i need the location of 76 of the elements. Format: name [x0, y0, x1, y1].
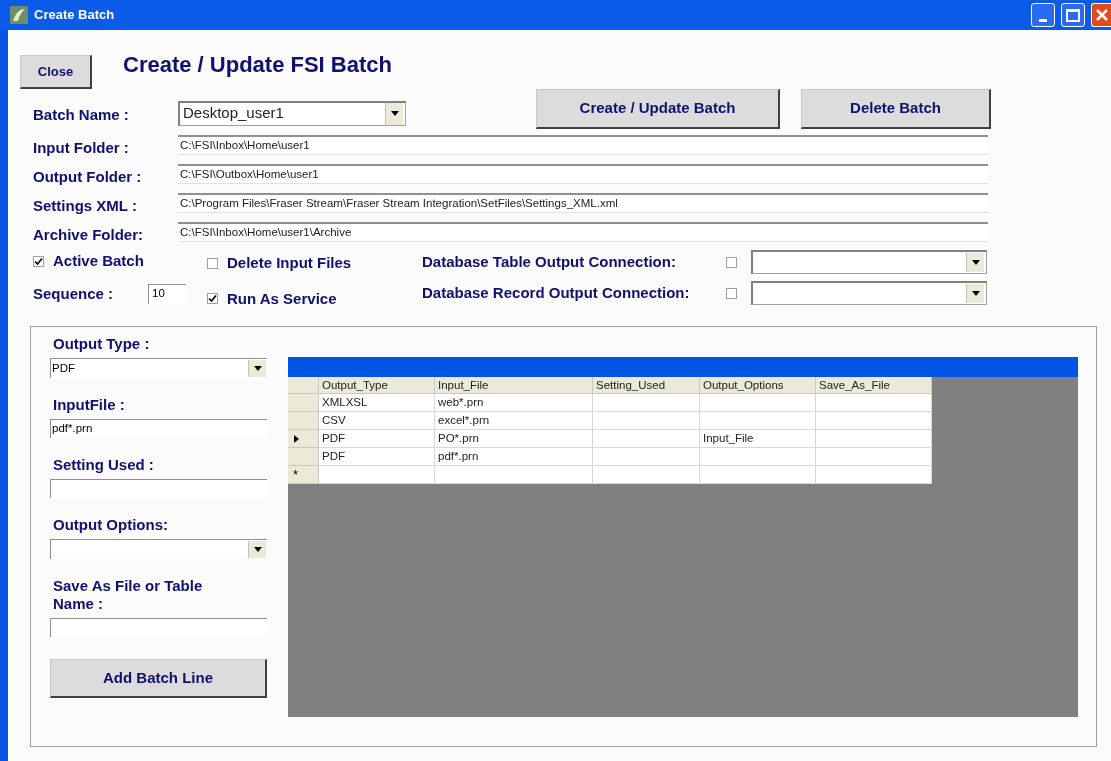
- caret-icon: [971, 291, 980, 296]
- row-header[interactable]: [288, 430, 319, 448]
- minimize-button[interactable]: [1031, 3, 1055, 27]
- table-cell: XMLXSL: [319, 394, 435, 412]
- path-field[interactable]: C:\Program Files\Fraser Stream\Fraser Stream Integration\SetFiles\Settings_XML.xml: [178, 193, 988, 213]
- caret-icon: [390, 111, 399, 116]
- table-cell: PO*.prn: [435, 430, 593, 448]
- field-label: Settings XML :: [33, 195, 138, 216]
- table-cell: PDF: [319, 448, 435, 466]
- checkbox-label: Run As Service: [227, 288, 337, 309]
- sequence-field[interactable]: 10: [148, 283, 186, 304]
- delete-batch-button[interactable]: Delete Batch: [801, 89, 991, 129]
- checkbox[interactable]: [726, 256, 737, 268]
- empty-cell[interactable]: [816, 466, 932, 484]
- checkbox-label: Delete Input Files: [227, 253, 352, 273]
- caret-icon: [253, 547, 262, 552]
- field-label: Setting Used :: [52, 456, 155, 474]
- table-cell: CSV: [319, 412, 435, 430]
- empty-cell[interactable]: [435, 466, 593, 484]
- checkbox[interactable]: [207, 293, 218, 305]
- empty-cell[interactable]: [593, 466, 700, 484]
- caret-icon: [971, 260, 980, 265]
- field-label: InputFile :: [52, 396, 126, 414]
- field-label: Sequence :: [33, 283, 115, 304]
- checkbox-label: Active Batch: [53, 251, 144, 271]
- new-row-marker: *: [288, 466, 319, 484]
- table-cell: excel*.prn: [435, 412, 593, 430]
- add-batch-line-button[interactable]: Add Batch Line: [50, 659, 267, 698]
- text-field[interactable]: pdf*.prn: [50, 419, 267, 438]
- field-label: Batch Name :: [33, 104, 130, 125]
- maximize-button[interactable]: [1061, 3, 1085, 27]
- checkbox[interactable]: [33, 255, 44, 267]
- dropdown-field[interactable]: [50, 539, 267, 559]
- field-label: Output Options:: [52, 516, 169, 534]
- field-label: Database Record Output Connection:: [422, 282, 691, 303]
- close-window-button[interactable]: [1091, 3, 1111, 27]
- app-icon: [10, 6, 28, 24]
- field-label: Save As File or Table Name :: [52, 577, 204, 613]
- column-header[interactable]: Output_Type: [319, 377, 435, 394]
- column-header[interactable]: Save_As_File: [816, 377, 932, 394]
- path-field[interactable]: C:\FSI\Inbox\Home\user1: [178, 135, 988, 155]
- table-cell: Input_File: [700, 430, 816, 448]
- caret-icon: [253, 366, 262, 371]
- table-cell: web*.prn: [435, 394, 593, 412]
- close-icon: [1094, 8, 1109, 22]
- form-title: Create / Update FSI Batch: [123, 51, 392, 79]
- path-field[interactable]: C:\FSI\Outbox\Home\user1: [178, 164, 988, 184]
- field-label: Input Folder :: [33, 137, 130, 158]
- field-label: Output Folder :: [33, 166, 143, 187]
- window-title: Create Batch: [34, 6, 116, 25]
- table-cell: pdf*.prn: [435, 448, 593, 466]
- dropdown-button[interactable]: [248, 541, 266, 558]
- dropdown-button[interactable]: [966, 284, 984, 303]
- checkbox[interactable]: [726, 287, 737, 299]
- text-field[interactable]: [50, 618, 267, 637]
- dropdown-button[interactable]: [385, 102, 403, 125]
- close-button[interactable]: Close: [20, 55, 92, 89]
- dropdown-field[interactable]: PDF: [50, 358, 267, 378]
- batch-name-dropdown[interactable]: Desktop_user1: [178, 100, 406, 126]
- checkbox[interactable]: [207, 257, 218, 269]
- table-cell: PDF: [319, 430, 435, 448]
- text-field[interactable]: [50, 479, 267, 498]
- connection-dropdown[interactable]: [751, 281, 987, 305]
- dropdown-button[interactable]: [248, 360, 266, 377]
- path-field[interactable]: C:\FSI\Inbox\Home\user1\Archive: [178, 222, 988, 242]
- current-row-icon: [294, 434, 299, 443]
- column-header[interactable]: Setting_Used: [593, 377, 700, 394]
- field-label: Archive Folder:: [33, 224, 145, 245]
- connection-dropdown[interactable]: [751, 250, 987, 274]
- dropdown-button[interactable]: [966, 253, 984, 272]
- field-label: Output Type :: [52, 335, 151, 353]
- column-header[interactable]: Input_File: [435, 377, 593, 394]
- field-label: Database Table Output Connection:: [422, 251, 677, 272]
- column-header[interactable]: Output_Options: [700, 377, 816, 394]
- create-update-button[interactable]: Create / Update Batch: [536, 89, 780, 129]
- empty-cell[interactable]: [700, 466, 816, 484]
